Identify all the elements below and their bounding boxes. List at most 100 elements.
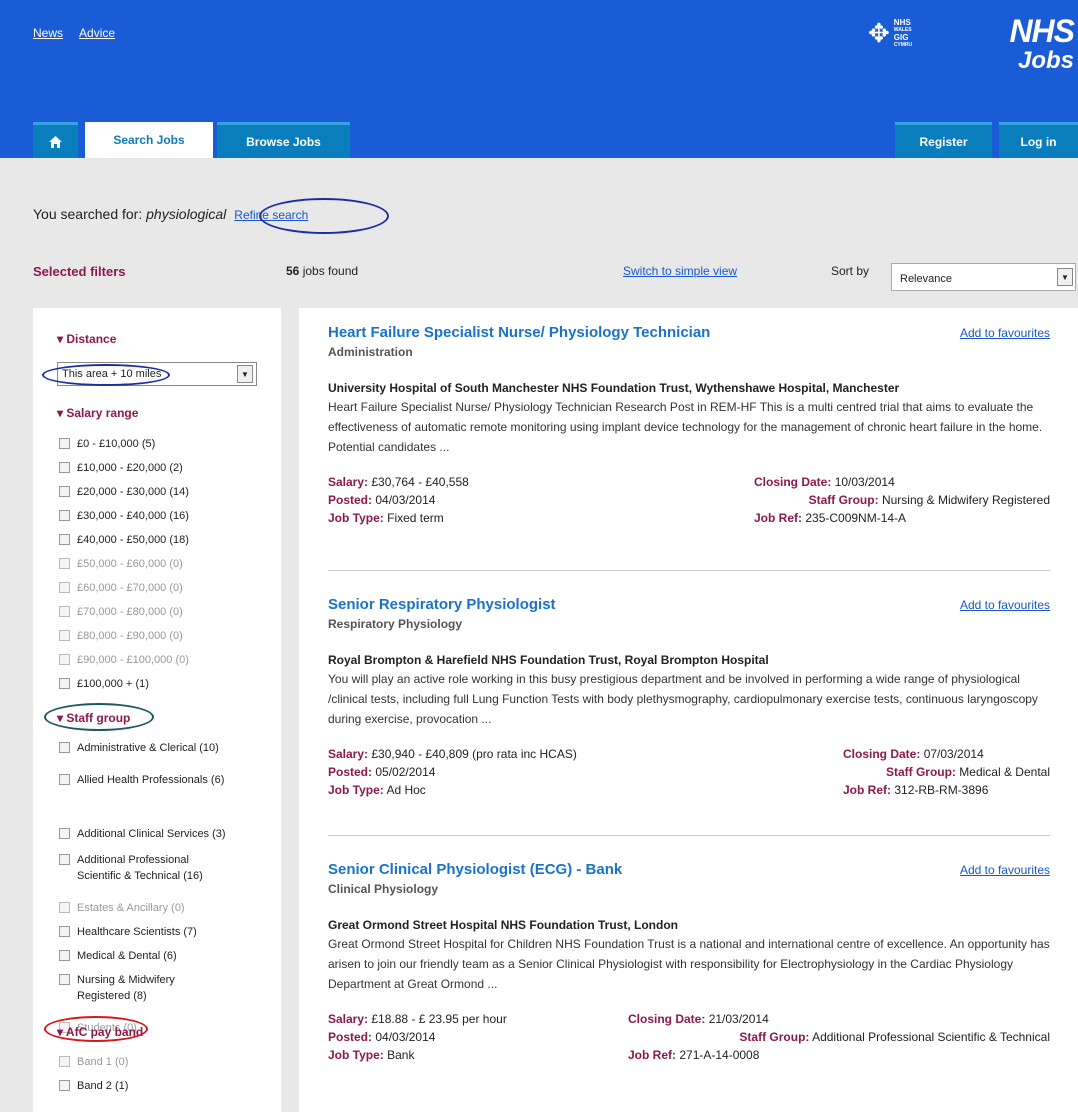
filter-checkbox (59, 654, 70, 665)
distance-select[interactable]: This area + 10 miles ▼ (57, 362, 257, 386)
filter-checkbox[interactable] (59, 462, 70, 473)
filter-count: (8) (133, 990, 147, 1002)
tab-home[interactable] (33, 122, 78, 158)
nhs-jobs-logo[interactable]: NHS Jobs (1009, 14, 1078, 74)
filter-label: Estates & Ancillary (77, 902, 169, 914)
filter-checkbox[interactable] (59, 486, 70, 497)
chevron-down-icon[interactable]: ▼ (1057, 268, 1073, 286)
filter-option[interactable]: £0 - £10,000 (5) (59, 436, 259, 452)
filter-label: £40,000 - £50,000 (77, 534, 167, 546)
filter-option: Estates & Ancillary (0) (59, 900, 259, 916)
nhs-logo-text: NHS (1009, 13, 1075, 49)
add-to-favourites-link[interactable]: Add to favourites (960, 326, 1050, 340)
closing-date-label: Closing Date: (754, 475, 832, 489)
tab-search-label: Search Jobs (113, 133, 185, 147)
filter-option[interactable]: Nursing & Midwifery Registered (8) (59, 972, 199, 1004)
filter-option[interactable]: Band 2 (1) (59, 1078, 259, 1094)
sort-select[interactable]: Relevance ▼ (891, 263, 1076, 291)
job-ref-label: Job Ref: (843, 783, 891, 797)
filter-checkbox (59, 582, 70, 593)
job-title[interactable]: Senior Respiratory Physiologist (328, 596, 1050, 613)
posted-value: 05/02/2014 (375, 765, 436, 779)
job-ref-value: 271-A-14-0008 (679, 1048, 760, 1062)
filter-option[interactable]: Additional Professional Scientific & Tec… (59, 852, 219, 884)
job-ref-label: Job Ref: (754, 511, 802, 525)
filter-option[interactable]: £40,000 - £50,000 (18) (59, 532, 259, 548)
jobs-logo-text: Jobs (1017, 47, 1074, 74)
filter-checkbox[interactable] (59, 742, 70, 753)
filter-option-label: Medical & Dental (6) (77, 948, 177, 964)
filter-option[interactable]: £10,000 - £20,000 (2) (59, 460, 259, 476)
divider (328, 570, 1050, 571)
advice-link[interactable]: Advice (79, 26, 115, 40)
sort-label: Sort by (831, 264, 870, 278)
filter-heading-staff-group[interactable]: ▾ Staff group (57, 711, 130, 725)
filter-option[interactable]: £100,000 + (1) (59, 676, 259, 692)
job-description: You will play an active role working in … (328, 672, 1038, 726)
jobs-found: 56 jobs found (286, 264, 358, 278)
filter-label: £100,000 + (77, 678, 133, 690)
filter-count: (1) (114, 1080, 129, 1092)
filter-option-label: £80,000 - £90,000 (0) (77, 628, 183, 644)
filter-count: (0) (169, 630, 183, 642)
filter-label: £80,000 - £90,000 (77, 630, 167, 642)
filter-option[interactable]: £20,000 - £30,000 (14) (59, 484, 259, 500)
filter-label: £50,000 - £60,000 (77, 558, 167, 570)
job-title[interactable]: Senior Clinical Physiologist (ECG) - Ban… (328, 861, 1050, 878)
filter-option: £60,000 - £70,000 (0) (59, 580, 259, 596)
login-label: Log in (1020, 134, 1057, 149)
filter-option[interactable]: Allied Health Professionals (6) (59, 772, 229, 788)
filter-label: £0 - £10,000 (77, 438, 139, 450)
filter-checkbox[interactable] (59, 950, 70, 961)
filter-checkbox[interactable] (59, 926, 70, 937)
filter-checkbox[interactable] (59, 678, 70, 689)
job-type-value: Ad Hoc (386, 783, 426, 797)
filter-option: £70,000 - £80,000 (0) (59, 604, 259, 620)
filter-option[interactable]: Additional Clinical Services (3) (59, 826, 229, 842)
tab-browse-label: Browse Jobs (246, 134, 321, 149)
filter-checkbox (59, 606, 70, 617)
add-to-favourites-link[interactable]: Add to favourites (960, 598, 1050, 612)
filter-checkbox[interactable] (59, 854, 70, 865)
filter-count: (0) (169, 582, 183, 594)
chevron-down-icon[interactable]: ▼ (237, 365, 253, 383)
afc-heading-label: AfC pay band (65, 1025, 144, 1039)
tab-browse-jobs[interactable]: Browse Jobs (217, 122, 350, 158)
search-summary: You searched for: physiological Refine se… (33, 206, 308, 222)
filter-heading-afc-pay-band[interactable]: ▾ AfC pay band (57, 1025, 143, 1039)
search-prefix: You searched for: (33, 206, 147, 222)
filter-heading-salary[interactable]: ▾ Salary range (57, 406, 138, 420)
news-link[interactable]: News (33, 26, 63, 40)
filter-option[interactable]: Administrative & Clerical (10) (59, 740, 259, 756)
add-to-favourites-link[interactable]: Add to favourites (960, 863, 1050, 877)
job-title[interactable]: Heart Failure Specialist Nurse/ Physiolo… (328, 324, 1050, 341)
refine-search-link[interactable]: Refine search (234, 208, 308, 222)
filter-checkbox[interactable] (59, 1080, 70, 1091)
filter-count: (6) (210, 774, 225, 786)
filter-checkbox[interactable] (59, 510, 70, 521)
closing-date-value: 21/03/2014 (708, 1012, 769, 1026)
filter-checkbox[interactable] (59, 534, 70, 545)
staff-group-value: Medical & Dental (959, 765, 1050, 779)
filter-option[interactable]: £30,000 - £40,000 (16) (59, 508, 259, 524)
tab-search-jobs[interactable]: Search Jobs (85, 122, 213, 158)
filter-heading-distance[interactable]: ▾ Distance (57, 332, 116, 346)
filter-option-label: £60,000 - £70,000 (0) (77, 580, 183, 596)
filter-option-label: £20,000 - £30,000 (14) (77, 484, 189, 500)
filter-checkbox[interactable] (59, 438, 70, 449)
filter-count: (7) (183, 926, 197, 938)
job-organisation: University Hospital of South Manchester … (328, 381, 900, 395)
login-button[interactable]: Log in (999, 122, 1078, 158)
salary-value: £30,764 - £40,558 (371, 475, 469, 489)
switch-view-link[interactable]: Switch to simple view (623, 264, 737, 278)
filter-option[interactable]: Medical & Dental (6) (59, 948, 259, 964)
filter-option[interactable]: Healthcare Scientists (7) (59, 924, 259, 940)
filter-checkbox[interactable] (59, 774, 70, 785)
filter-checkbox[interactable] (59, 828, 70, 839)
filter-checkbox[interactable] (59, 974, 70, 985)
posted-value: 04/03/2014 (375, 1030, 436, 1044)
salary-label: Salary: (328, 747, 369, 761)
filter-option-label: £10,000 - £20,000 (2) (77, 460, 183, 476)
filter-option: £80,000 - £90,000 (0) (59, 628, 259, 644)
register-button[interactable]: Register (895, 122, 992, 158)
